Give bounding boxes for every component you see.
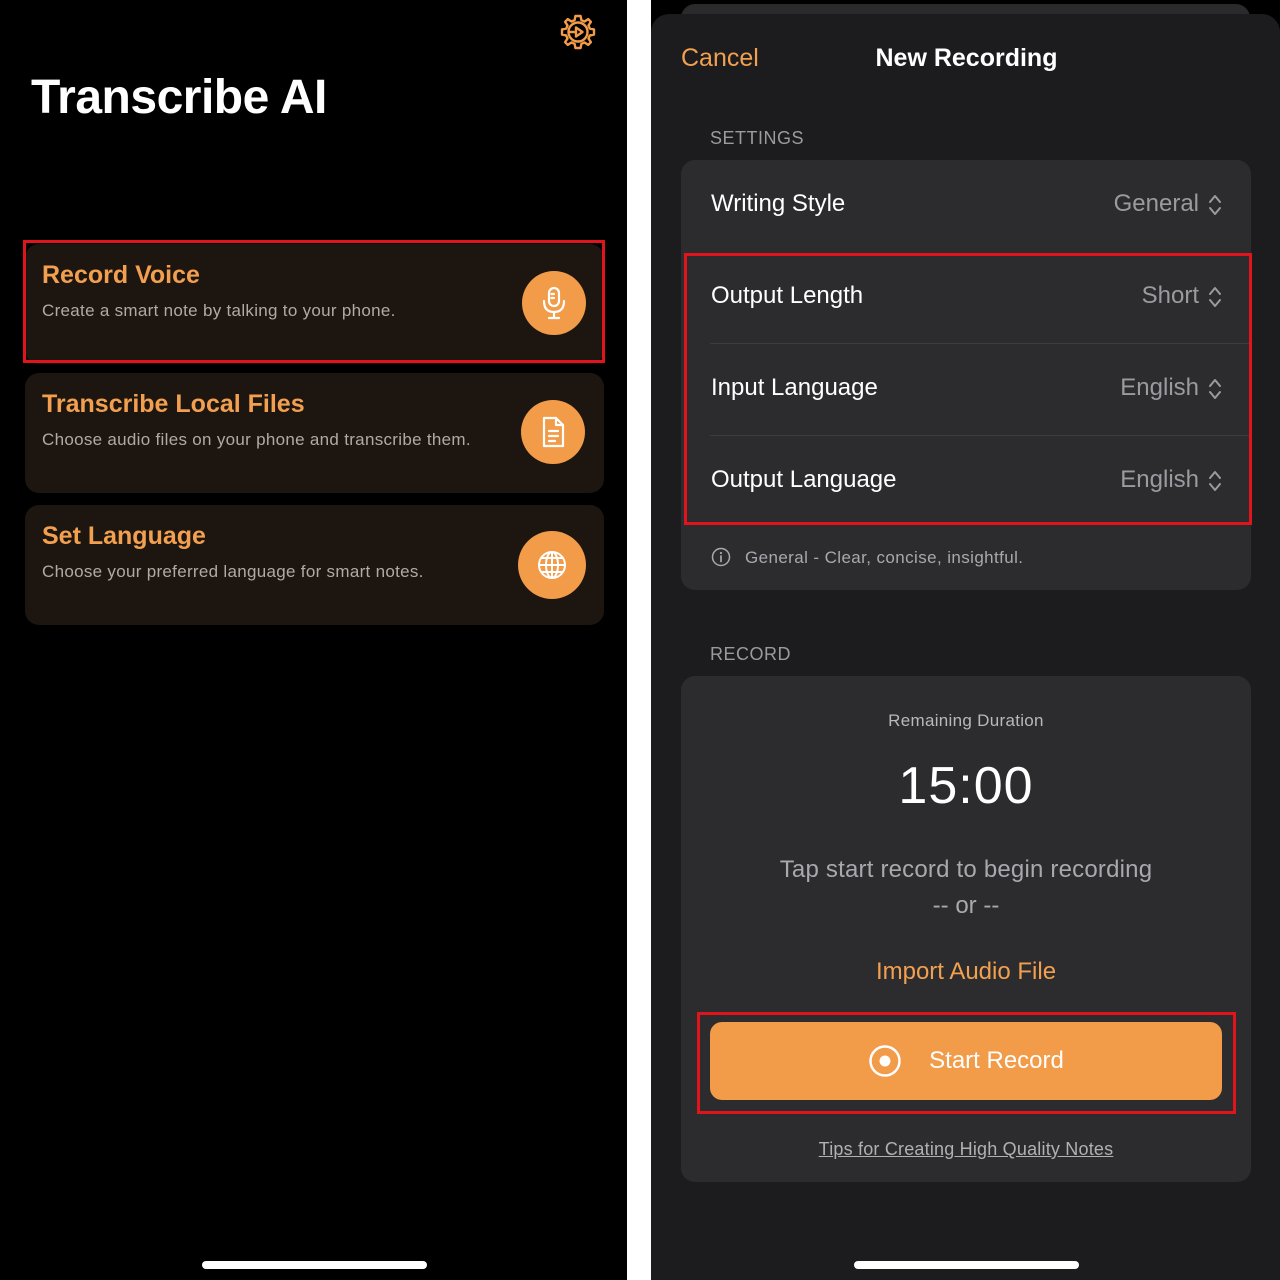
info-icon xyxy=(711,547,731,566)
card-description: Choose your preferred language for smart… xyxy=(42,562,424,581)
style-info: General - Clear, concise, insightful. xyxy=(711,547,1251,569)
record-hint: Tap start record to begin recording xyxy=(779,856,1153,883)
screen-divider xyxy=(627,0,651,1280)
globe-icon xyxy=(538,551,566,579)
sheet-title: New Recording xyxy=(875,44,1058,72)
transcribe-local-files-card[interactable]: Transcribe Local Files Choose audio file… xyxy=(25,373,604,493)
home-screen: Transcribe AI Record Voice Create a smar… xyxy=(0,0,627,1280)
home-indicator xyxy=(202,1261,427,1269)
transcribe-files-button[interactable] xyxy=(521,400,585,464)
card-description: Choose audio files on your phone and tra… xyxy=(42,430,471,449)
card-title: Set Language xyxy=(42,522,206,550)
import-audio-file-link[interactable]: Import Audio File xyxy=(681,958,1251,986)
set-language-button[interactable] xyxy=(518,531,586,599)
info-text: General - Clear, concise, insightful. xyxy=(745,548,1024,567)
timer-display: 15:00 xyxy=(898,757,1034,815)
tips-link[interactable]: Tips for Creating High Quality Notes xyxy=(681,1139,1251,1160)
row-value: General xyxy=(1113,190,1199,217)
home-indicator xyxy=(854,1261,1079,1269)
language-settings-highlight xyxy=(684,253,1252,525)
chevron-up-down-icon xyxy=(1209,195,1221,215)
settings-header: SETTINGS xyxy=(710,128,805,148)
card-title: Transcribe Local Files xyxy=(42,390,305,418)
gear-icon[interactable] xyxy=(558,12,598,52)
record-header: RECORD xyxy=(710,644,792,664)
writing-style-row[interactable]: Writing Style General xyxy=(681,160,1251,252)
start-record-highlight xyxy=(697,1012,1236,1114)
document-icon xyxy=(542,416,565,448)
set-language-card[interactable]: Set Language Choose your preferred langu… xyxy=(25,505,604,625)
app-title: Transcribe AI xyxy=(31,71,327,124)
remaining-duration-label: Remaining Duration xyxy=(888,711,1044,730)
record-voice-highlight xyxy=(23,240,605,363)
or-separator: -- or -- xyxy=(932,892,1000,919)
row-label: Writing Style xyxy=(711,190,846,217)
